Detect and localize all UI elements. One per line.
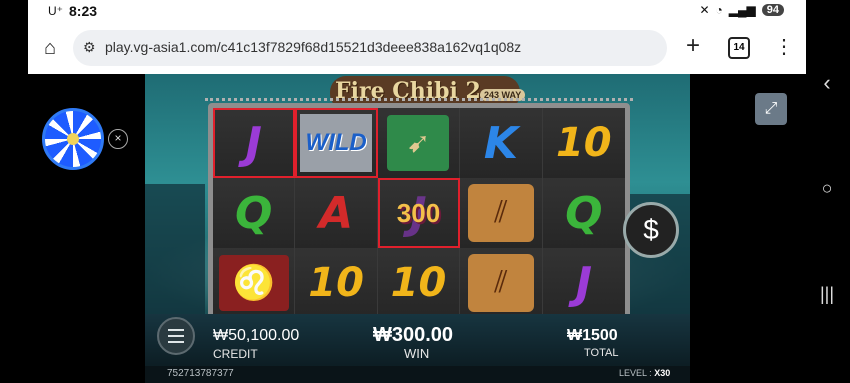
- symbol-10: 10: [390, 260, 447, 306]
- reel-cell: ➹: [377, 108, 461, 178]
- wheel-icon[interactable]: [42, 108, 104, 170]
- expand-icon[interactable]: ⤢: [755, 93, 787, 125]
- clock: 8:23: [69, 3, 98, 19]
- credit-label: CREDIT: [213, 347, 258, 361]
- win-overlay: 300: [378, 178, 459, 248]
- win-label: WIN: [404, 346, 430, 361]
- level-indicator: LEVEL : X30: [619, 368, 670, 378]
- reel-cell: K: [460, 108, 543, 178]
- level-label: LEVEL :: [619, 368, 655, 378]
- level-value: X30: [654, 368, 671, 378]
- win-value: ₩300.00: [373, 324, 454, 346]
- symbol-a: A: [319, 187, 354, 239]
- reel-cell: ⫽: [460, 178, 543, 248]
- reel-cell: Q: [213, 178, 296, 248]
- lion-icon: ♌: [218, 255, 289, 311]
- wild-label: WILD: [305, 129, 367, 156]
- symbol-k: K: [483, 117, 518, 169]
- address-bar[interactable]: ⚙ play.vg-asia1.com/c41c13f7829f68d15521…: [73, 30, 667, 66]
- back-icon[interactable]: ‹: [812, 70, 842, 96]
- browser-toolbar: ⌂ ⚙ play.vg-asia1.com/c41c13f7829f68d155…: [28, 22, 806, 74]
- symbol-q: Q: [234, 187, 273, 239]
- mute-icon: ✕: [699, 3, 710, 17]
- reels-frame: J WILD ➹ K 10 Q A J 300 ⫽ Q ♌ 10 10 ⫽ J: [208, 103, 630, 323]
- slot-game: Fire Chibi 2 243 WAY J WILD ➹ K 10 Q A J…: [145, 74, 690, 383]
- carrier-label: U⁺: [48, 4, 63, 18]
- new-tab-button[interactable]: +: [681, 32, 705, 60]
- home-icon[interactable]: ⌂: [38, 36, 62, 60]
- reel-cell: WILD: [295, 108, 378, 178]
- reel-cell: ⫽: [460, 248, 543, 318]
- symbol-j: J: [575, 257, 592, 309]
- url-text[interactable]: play.vg-asia1.com/c41c13f7829f68d15521d3…: [105, 39, 521, 55]
- reel-cell: ♌: [213, 248, 296, 318]
- wheel-hub: [67, 133, 79, 145]
- reel-grid: J WILD ➹ K 10 Q A J 300 ⫽ Q ♌ 10 10 ⫽ J: [213, 108, 625, 318]
- menu-icon[interactable]: ⋮: [774, 34, 794, 59]
- symbol-wild: WILD: [300, 114, 373, 172]
- symbol-j: J: [245, 117, 262, 169]
- game-footer: 752713787377 LEVEL : X30: [145, 366, 690, 383]
- reel-cell: Q: [542, 178, 625, 248]
- arrows-icon: ⫽: [467, 184, 534, 242]
- arrows-icon: ⫽: [467, 254, 534, 312]
- reel-cell: 10: [377, 248, 461, 318]
- reel-cell: A: [295, 178, 378, 248]
- symbol-10: 10: [308, 260, 364, 306]
- reel-cell: 10: [295, 248, 378, 318]
- site-settings-icon[interactable]: ⚙: [83, 39, 96, 56]
- reel-win-value: 300: [396, 197, 441, 228]
- reel-cell: J: [213, 108, 296, 178]
- symbol-10: 10: [555, 120, 612, 166]
- reel-cell: J 300: [377, 178, 461, 248]
- total-bet-value[interactable]: ₩1500: [567, 327, 618, 345]
- wifi-icon: ◔: [715, 3, 723, 17]
- credit-value: ₩50,100.00: [213, 327, 300, 344]
- status-bar: U⁺ 8:23 ✕ ◔ ▂▄▆ 94: [28, 0, 806, 22]
- battery-indicator: 94: [761, 4, 784, 16]
- app-shell: U⁺ 8:23 ✕ ◔ ▂▄▆ 94 ⌂ ⚙ play.vg-asia1.com…: [0, 0, 850, 383]
- home-circle-icon[interactable]: ○: [812, 178, 842, 199]
- recents-icon[interactable]: |||: [812, 284, 842, 305]
- background-ship-left: [145, 184, 205, 334]
- hamburger-icon[interactable]: [157, 317, 195, 355]
- dollar-icon[interactable]: $: [623, 202, 679, 258]
- tab-switcher-button[interactable]: 14: [728, 37, 750, 59]
- scroll-icon: ➹: [387, 115, 450, 171]
- round-id: 752713787377: [167, 368, 234, 379]
- reel-cell: 10: [542, 108, 625, 178]
- reel-cell: J: [542, 248, 625, 318]
- symbol-q: Q: [565, 187, 603, 239]
- total-label: TOTAL: [584, 347, 619, 359]
- close-icon[interactable]: ×: [108, 129, 128, 149]
- signal-icon: ▂▄▆: [728, 3, 756, 17]
